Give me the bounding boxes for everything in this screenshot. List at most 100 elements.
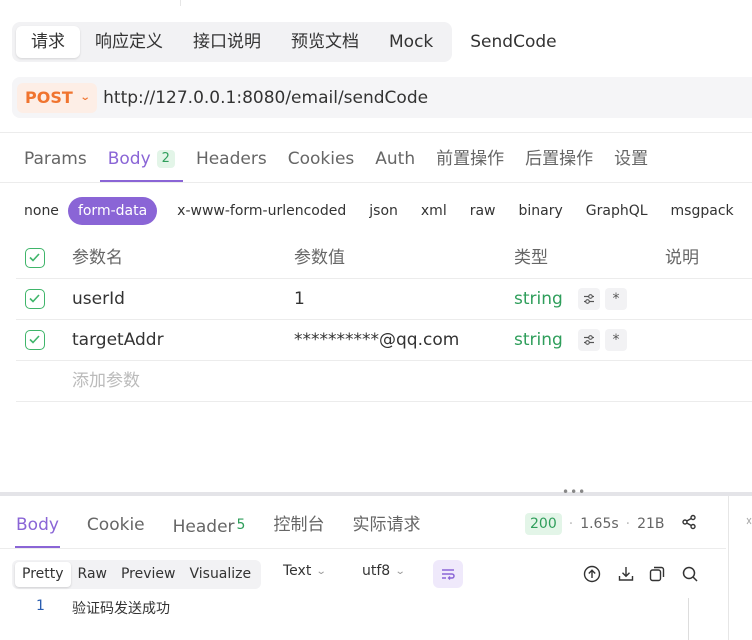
panel-divider <box>728 496 729 640</box>
response-tab-console[interactable]: 控制台 <box>273 506 324 548</box>
param-settings-icon[interactable] <box>578 329 600 351</box>
response-tab-header[interactable]: Header 5 <box>173 506 246 548</box>
body-type-xml[interactable]: xml <box>421 203 447 219</box>
body-type-graphql[interactable]: GraphQL <box>586 203 648 219</box>
body-type-binary[interactable]: binary <box>519 203 563 219</box>
tab-pre-processors[interactable]: 前置操作 <box>436 138 504 182</box>
share-icon[interactable] <box>681 514 697 534</box>
param-settings-icon[interactable] <box>578 288 600 310</box>
tab-label: Header <box>172 517 235 537</box>
tab-request[interactable]: 请求 <box>16 26 80 58</box>
encoding-label: utf8 <box>362 563 391 579</box>
param-name[interactable]: userId <box>72 279 125 319</box>
tab-sendcode[interactable]: SendCode <box>470 32 556 52</box>
chevron-down-icon: ⌄ <box>316 565 327 577</box>
body-type-none[interactable]: none <box>24 203 59 219</box>
tab-headers[interactable]: Headers <box>196 138 267 182</box>
divider <box>0 132 752 133</box>
tab-label: Headers <box>195 149 267 169</box>
url-bar: POST ⌄ http://127.0.0.1:8080/email/sendC… <box>12 77 752 118</box>
panel-splitter[interactable]: ••• <box>0 486 752 498</box>
tab-api-description[interactable]: 接口说明 <box>178 26 276 58</box>
col-header-name: 参数名 <box>72 248 123 268</box>
tab-label: 设置 <box>614 149 649 169</box>
response-size: 21B <box>637 516 665 532</box>
wrap-icon <box>442 569 455 580</box>
tab-body[interactable]: Body 2 <box>99 138 184 182</box>
format-select[interactable]: Text ⌄ <box>283 563 327 579</box>
tab-label: Auth <box>375 149 416 169</box>
chevron-down-icon: ⌄ <box>79 92 91 103</box>
tab-settings[interactable]: 设置 <box>614 138 648 182</box>
row-checkbox[interactable] <box>25 289 45 309</box>
separator-dot: · <box>568 516 574 532</box>
body-type-form-data[interactable]: form-data <box>67 197 158 225</box>
required-toggle[interactable]: * <box>605 288 627 310</box>
view-preview[interactable]: Preview <box>114 562 183 587</box>
param-type[interactable]: string <box>514 279 563 319</box>
response-body-text: 验证码发送成功 <box>72 601 170 617</box>
add-param-input[interactable]: 添加参数 <box>72 361 140 401</box>
request-tab-bar: Params Body 2 Headers Cookies Auth 前置操作 后… <box>24 138 669 182</box>
tab-label: Body <box>16 515 59 535</box>
col-header-description: 说明 <box>665 248 699 268</box>
tab-label: 控制台 <box>273 515 325 535</box>
body-type-msgpack[interactable]: msgpack <box>671 203 734 219</box>
encoding-select[interactable]: utf8 ⌄ <box>362 563 406 579</box>
param-value[interactable]: **********@qq.com <box>294 320 459 360</box>
download-icon[interactable] <box>617 565 635 583</box>
method-label: POST <box>25 88 73 107</box>
response-tab-cookie[interactable]: Cookie <box>87 506 145 548</box>
tab-label: Params <box>24 149 87 169</box>
code-line: 1 验证码发送成功 <box>36 598 170 618</box>
tab-mock[interactable]: Mock <box>374 26 448 58</box>
tab-auth[interactable]: Auth <box>375 138 415 182</box>
view-visualize[interactable]: Visualize <box>182 562 258 587</box>
format-label: Text <box>283 563 312 579</box>
response-tab-body[interactable]: Body <box>15 506 60 548</box>
tab-preview-docs[interactable]: 预览文档 <box>276 26 374 58</box>
response-tab-actual-request[interactable]: 实际请求 <box>352 506 420 548</box>
view-raw[interactable]: Raw <box>71 562 114 587</box>
view-pretty[interactable]: Pretty <box>15 562 71 587</box>
tab-label: 前置操作 <box>436 149 505 169</box>
top-tab-bar: 请求 响应定义 接口说明 预览文档 Mock SendCode <box>12 22 557 62</box>
tab-label: Body <box>107 149 151 169</box>
chevron-down-icon: ⌄ <box>394 565 406 577</box>
select-all-checkbox[interactable] <box>25 248 45 268</box>
scrollbar[interactable] <box>688 598 700 640</box>
body-type-json[interactable]: json <box>369 203 398 219</box>
drag-handle-icon[interactable]: ••• <box>562 486 586 498</box>
tab-response-definition[interactable]: 响应定义 <box>80 26 178 58</box>
param-type[interactable]: string <box>514 320 563 360</box>
param-name[interactable]: targetAddr <box>72 320 164 360</box>
tab-label: Cookie <box>86 515 145 535</box>
tab-label: 实际请求 <box>352 515 421 535</box>
col-header-value: 参数值 <box>294 248 345 268</box>
side-panel-edge <box>746 514 752 528</box>
tab-label: 后置操作 <box>525 149 594 169</box>
param-value[interactable]: 1 <box>294 279 305 319</box>
word-wrap-button[interactable] <box>433 560 463 588</box>
method-select[interactable]: POST ⌄ <box>17 82 98 113</box>
tab-label: Cookies <box>287 149 355 169</box>
table-row: userId 1 string * <box>16 279 752 320</box>
view-mode-group: Pretty Raw Preview Visualize <box>12 560 262 589</box>
tab-cookies[interactable]: Cookies <box>288 138 355 182</box>
top-edge <box>0 0 752 6</box>
header-count-badge: 5 <box>236 517 246 533</box>
body-type-raw[interactable]: raw <box>470 203 496 219</box>
copy-icon[interactable] <box>648 565 666 583</box>
check-icon <box>29 335 40 344</box>
tab-post-processors[interactable]: 后置操作 <box>525 138 593 182</box>
required-toggle[interactable]: * <box>605 329 627 351</box>
top-tab-group: 请求 响应定义 接口说明 预览文档 Mock <box>12 22 453 62</box>
check-icon <box>29 294 40 303</box>
body-type-urlencoded[interactable]: x-www-form-urlencoded <box>177 203 346 219</box>
url-input[interactable]: http://127.0.0.1:8080/email/sendCode <box>103 88 428 108</box>
search-icon[interactable] <box>681 565 699 583</box>
row-checkbox[interactable] <box>25 330 45 350</box>
response-tab-bar: Body Cookie Header 5 控制台 实际请求 <box>15 506 448 548</box>
tab-params[interactable]: Params <box>24 138 87 182</box>
upload-icon[interactable] <box>583 565 601 583</box>
